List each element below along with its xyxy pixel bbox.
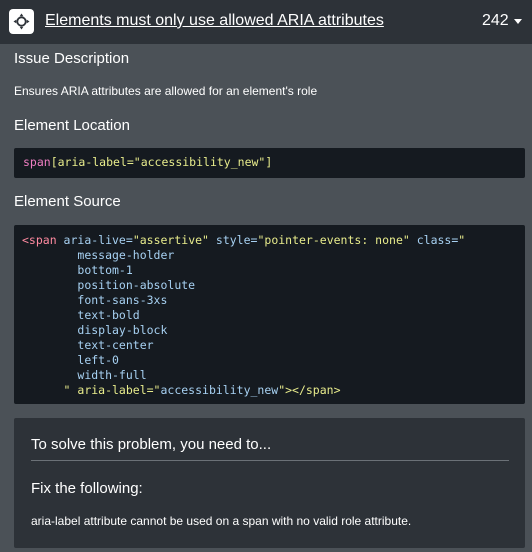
source-line: left-0: [77, 353, 119, 367]
issue-header[interactable]: Elements must only use allowed ARIA attr…: [0, 0, 532, 44]
source-line: text-center: [77, 338, 154, 352]
fix-text: aria-label attribute cannot be used on a…: [31, 514, 412, 528]
issue-description-text: Ensures ARIA attributes are allowed for …: [14, 84, 318, 98]
source-line: width-full: [77, 368, 147, 382]
element-location-heading: Element Location: [14, 117, 130, 134]
issue-count: 242: [482, 12, 509, 29]
solve-heading: To solve this problem, you need to...: [31, 436, 272, 453]
selector-tag: span: [23, 155, 51, 169]
solve-panel: To solve this problem, you need to... Fi…: [14, 418, 525, 548]
chevron-down-icon[interactable]: [514, 19, 522, 24]
source-line: bottom-1: [77, 263, 133, 277]
element-source-code[interactable]: <span aria-live="assertive" style="point…: [14, 225, 525, 404]
fix-heading: Fix the following:: [31, 480, 143, 497]
issue-title-link[interactable]: Elements must only use allowed ARIA attr…: [45, 12, 384, 30]
source-line: position-absolute: [77, 278, 196, 292]
element-source-heading: Element Source: [14, 193, 121, 210]
divider: [31, 460, 509, 461]
source-line: font-sans-3xs: [77, 293, 168, 307]
crosshair-move-icon[interactable]: [9, 9, 34, 34]
element-location-code[interactable]: span[aria-label="accessibility_new"]: [14, 148, 525, 178]
source-line: message-holder: [77, 248, 175, 262]
source-line: display-block: [77, 323, 168, 337]
source-line: " aria-label="accessibility_new"></span>: [63, 383, 341, 397]
selector-attribute: [aria-label="accessibility_new"]: [50, 155, 273, 169]
crosshair-move-svg: [13, 13, 30, 30]
issue-description-heading: Issue Description: [14, 50, 130, 67]
source-line: text-bold: [77, 308, 140, 322]
source-line: <span aria-live="assertive" style="point…: [22, 233, 466, 247]
